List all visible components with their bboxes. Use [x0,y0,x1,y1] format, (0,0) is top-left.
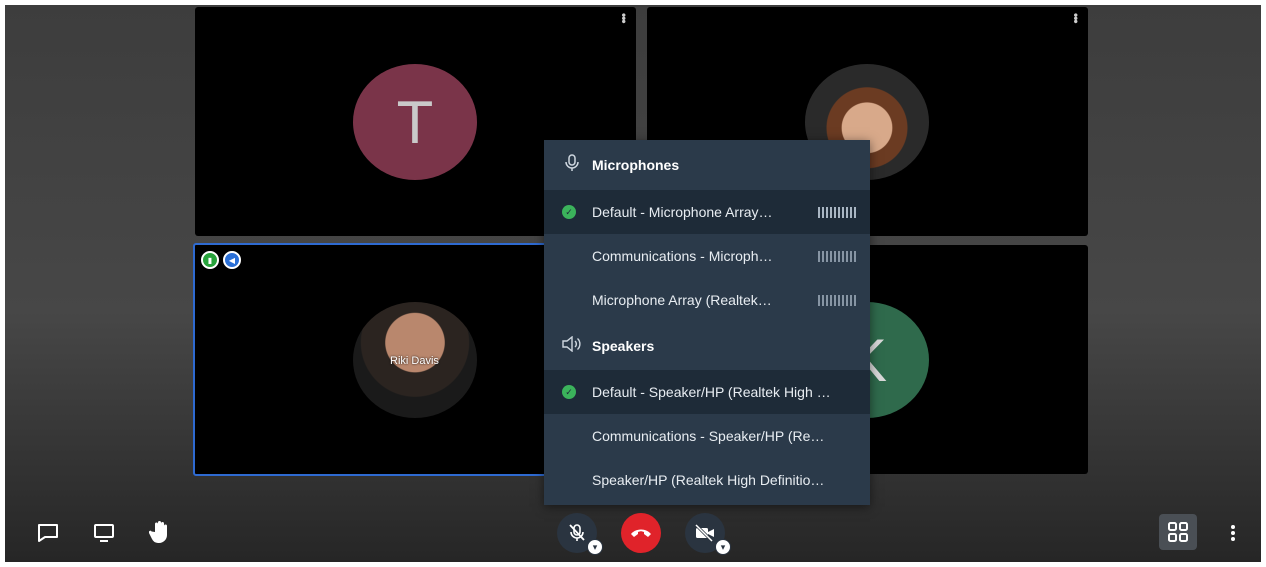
microphone-option-default[interactable]: ✓ Default - Microphone Array… [544,190,870,234]
microphone-option-label: Default - Microphone Array… [592,204,773,220]
share-screen-button[interactable] [91,520,117,546]
avatar-t: T [353,64,477,180]
phone-hangup-icon [631,529,651,537]
speaker-option-label: Speaker/HP (Realtek High Definitio… [592,472,825,488]
tile-menu-icon[interactable]: ••• [1069,13,1083,23]
microphone-icon [562,153,582,177]
microphones-heading: Microphones [544,140,870,190]
level-meter [818,294,856,306]
tile-menu-icon[interactable]: ••• [617,13,631,23]
speaker-option-communications[interactable]: Communications - Speaker/HP (Re… [544,414,870,458]
avatar-initial: T [396,88,434,156]
speakers-heading-label: Speakers [592,338,655,354]
chevron-down-icon[interactable]: ▾ [715,539,731,555]
chat-button[interactable] [35,520,61,546]
check-icon: ✓ [562,205,576,219]
raise-hand-button[interactable] [147,518,173,546]
check-placeholder [562,249,576,263]
microphones-heading-label: Microphones [592,157,680,173]
speaker-option-realtek[interactable]: Speaker/HP (Realtek High Definitio… [544,458,870,502]
speakers-heading: Speakers [544,322,870,370]
participant-name: Riki Davis [390,355,439,367]
chat-icon [38,524,58,542]
hand-icon [149,521,167,543]
screen-share-icon [94,524,114,542]
speaker-option-label: Default - Speaker/HP (Realtek High … [592,384,831,400]
check-icon: ✓ [562,385,576,399]
microphone-option-communications[interactable]: Communications - Microph… [544,234,870,278]
signal-strength-icon: ▮ [201,251,219,269]
grid-layout-icon [1168,522,1188,542]
chevron-down-icon[interactable]: ▾ [587,539,603,555]
more-options-button[interactable] [1223,520,1243,546]
meeting-stage: ••• T ••• ▮ ◀ Riki Davis K Microphones ✓… [5,5,1261,562]
check-placeholder [562,473,576,487]
more-vertical-icon [1231,525,1235,541]
speaker-option-default[interactable]: ✓ Default - Speaker/HP (Realtek High … [544,370,870,414]
speaker-icon [562,335,582,357]
mute-microphone-button[interactable]: ▾ [557,513,603,555]
check-placeholder [562,429,576,443]
video-off-icon [694,524,714,542]
toggle-video-button[interactable]: ▾ [685,513,731,555]
microphone-option-label: Microphone Array (Realtek… [592,292,772,308]
microphone-option-realtek[interactable]: Microphone Array (Realtek… [544,278,870,322]
level-meter [818,250,856,262]
audio-device-menu: Microphones ✓ Default - Microphone Array… [544,140,870,505]
hang-up-button[interactable] [621,513,661,553]
speaker-option-label: Communications - Speaker/HP (Re… [592,428,825,444]
check-placeholder [562,293,576,307]
microphone-option-label: Communications - Microph… [592,248,773,264]
level-meter [818,206,856,218]
mic-muted-icon [569,524,585,541]
speaking-indicator-icon: ◀ [223,251,241,269]
layout-button[interactable] [1159,514,1197,550]
